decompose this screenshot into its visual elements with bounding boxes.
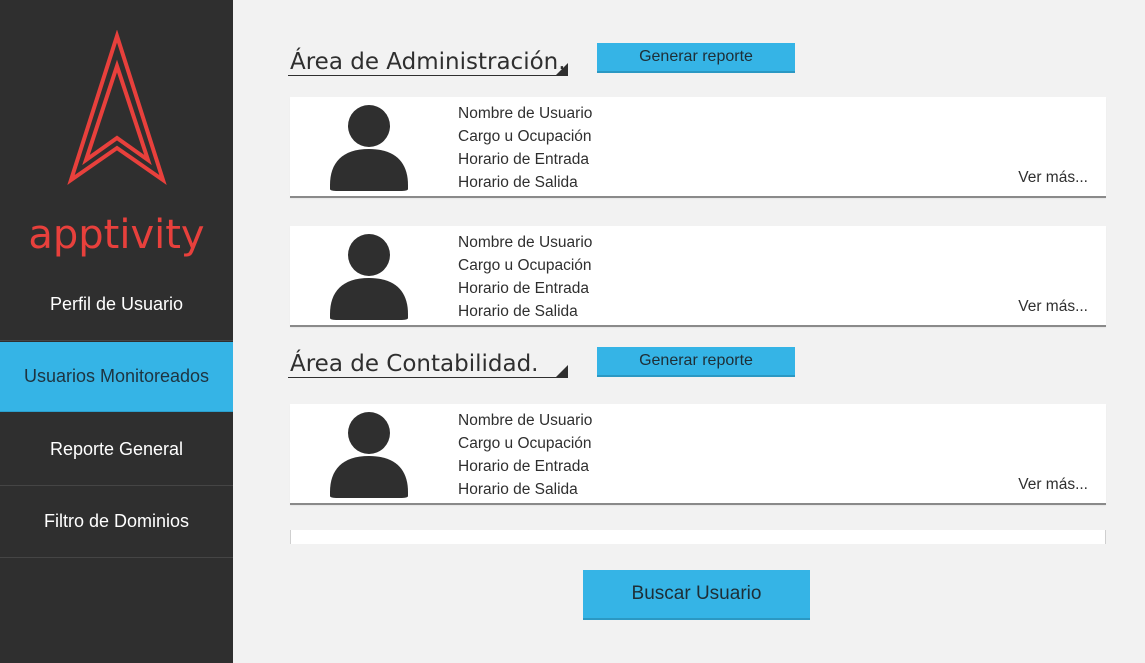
- corner-triangle-icon: [555, 63, 568, 76]
- section-header-administracion: Área de Administración.: [288, 41, 568, 76]
- section-header-contabilidad: Área de Contabilidad.: [288, 343, 568, 378]
- user-entry-time: Horario de Entrada: [458, 151, 589, 168]
- user-role: Cargo u Ocupación: [458, 128, 592, 145]
- section-title: Área de Administración.: [290, 49, 566, 75]
- user-avatar-icon: [330, 412, 408, 498]
- user-avatar-icon: [330, 234, 408, 320]
- sidebar-item-perfil-de-usuario[interactable]: Perfil de Usuario: [0, 269, 233, 341]
- user-exit-time: Horario de Salida: [458, 303, 578, 320]
- see-more-link[interactable]: Ver más...: [1018, 476, 1088, 494]
- user-card: Nombre de Usuario Cargo u Ocupación Hora…: [290, 97, 1106, 198]
- see-more-link[interactable]: Ver más...: [1018, 298, 1088, 316]
- sidebar-item-reporte-general[interactable]: Reporte General: [0, 414, 233, 486]
- user-entry-time: Horario de Entrada: [458, 458, 589, 475]
- brand-name: apptivity: [28, 212, 205, 258]
- sidebar: apptivity Perfil de Usuario Usuarios Mon…: [0, 0, 233, 663]
- user-role: Cargo u Ocupación: [458, 257, 592, 274]
- search-user-button[interactable]: Buscar Usuario: [583, 570, 810, 620]
- generate-report-button[interactable]: Generar reporte: [597, 43, 795, 73]
- user-entry-time: Horario de Entrada: [458, 280, 589, 297]
- user-name: Nombre de Usuario: [458, 234, 593, 251]
- section-title: Área de Contabilidad.: [290, 351, 539, 377]
- corner-triangle-icon: [555, 365, 568, 378]
- brand-logo: apptivity: [0, 30, 233, 258]
- user-card: Nombre de Usuario Cargo u Ocupación Hora…: [290, 404, 1106, 505]
- user-card-partial: [290, 530, 1106, 544]
- generate-report-button[interactable]: Generar reporte: [597, 347, 795, 377]
- user-avatar-icon: [330, 105, 408, 191]
- sidebar-item-usuarios-monitoreados[interactable]: Usuarios Monitoreados: [0, 342, 233, 412]
- user-name: Nombre de Usuario: [458, 105, 593, 122]
- user-exit-time: Horario de Salida: [458, 481, 578, 498]
- user-exit-time: Horario de Salida: [458, 174, 578, 191]
- sidebar-item-filtro-de-dominios[interactable]: Filtro de Dominios: [0, 486, 233, 558]
- user-role: Cargo u Ocupación: [458, 435, 592, 452]
- user-card: Nombre de Usuario Cargo u Ocupación Hora…: [290, 226, 1106, 327]
- user-name: Nombre de Usuario: [458, 412, 593, 429]
- see-more-link[interactable]: Ver más...: [1018, 169, 1088, 187]
- apptivity-logo-icon: [66, 30, 167, 186]
